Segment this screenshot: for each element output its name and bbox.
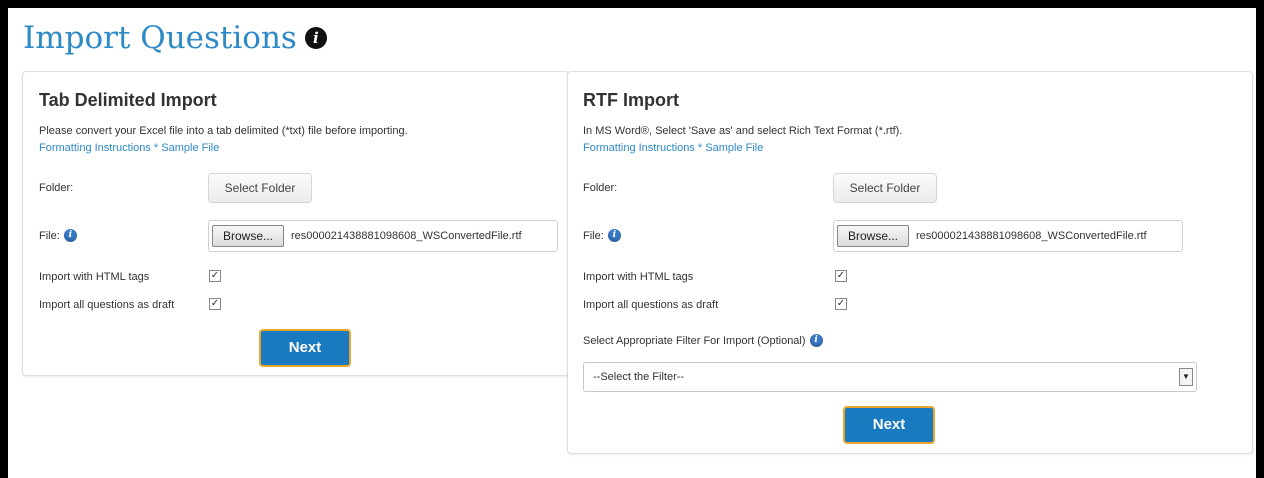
link-separator: * [694,142,706,154]
tab-select-folder-button[interactable]: Select Folder [208,173,312,203]
tab-import-description: Please convert your Excel file into a ta… [39,125,408,137]
info-icon[interactable]: i [304,27,327,49]
tab-delimited-import-panel: Tab Delimited Import Please convert your… [22,71,569,376]
rtf-filter-label: Select Appropriate Filter For Import (Op… [583,334,806,347]
page-title: Import Questions i [23,20,327,56]
tab-import-heading: Tab Delimited Import [39,90,217,110]
file-info-icon[interactable]: i [63,229,77,242]
tab-formatting-instructions-link[interactable]: Formatting Instructions [39,142,151,154]
rtf-next-button[interactable]: Next [843,406,935,444]
rtf-browse-button[interactable]: Browse... [837,225,910,247]
tab-file-input[interactable]: Browse... res000021438881098608_WSConver… [208,220,558,252]
tab-next-button[interactable]: Next [259,329,351,367]
tab-browse-button[interactable]: Browse... [212,225,285,247]
tab-import-links: Formatting Instructions * Sample File [39,142,219,154]
tab-file-label-row: File: i [39,229,77,242]
rtf-formatting-instructions-link[interactable]: Formatting Instructions [583,142,695,154]
rtf-folder-label: Folder: [583,182,618,194]
tab-html-tags-checkbox[interactable]: ✓ [209,270,221,282]
tab-draft-label: Import all questions as draft [39,299,175,311]
tab-file-label: File: [39,229,60,242]
rtf-filter-label-row: Select Appropriate Filter For Import (Op… [583,334,823,347]
page-title-text: Import Questions [23,20,297,56]
rtf-html-tags-label: Import with HTML tags [583,271,694,283]
tab-sample-file-link[interactable]: Sample File [161,142,219,154]
chevron-down-icon[interactable]: ▼ [1179,368,1193,386]
link-separator: * [150,142,162,154]
rtf-import-description: In MS Word®, Select 'Save as' and select… [583,125,903,137]
rtf-import-heading: RTF Import [583,90,679,110]
rtf-sample-file-link[interactable]: Sample File [705,142,763,154]
rtf-file-label: File: [583,229,604,242]
filter-info-icon[interactable]: i [809,334,823,347]
rtf-select-folder-button[interactable]: Select Folder [833,173,937,203]
rtf-import-panel: RTF Import In MS Word®, Select 'Save as'… [567,71,1253,454]
tab-folder-label: Folder: [39,182,74,194]
tab-file-name: res000021438881098608_WSConvertedFile.rt… [291,230,522,242]
filter-select-value: --Select the Filter-- [593,371,685,383]
tab-draft-checkbox[interactable]: ✓ [209,298,221,310]
rtf-file-input[interactable]: Browse... res000021438881098608_WSConver… [833,220,1183,252]
file-info-icon[interactable]: i [607,229,621,242]
rtf-import-links: Formatting Instructions * Sample File [583,142,763,154]
rtf-draft-label: Import all questions as draft [583,299,719,311]
rtf-file-label-row: File: i [583,229,621,242]
filter-select[interactable]: --Select the Filter-- ▼ [583,362,1197,392]
rtf-file-name: res000021438881098608_WSConvertedFile.rt… [916,230,1147,242]
rtf-draft-checkbox[interactable]: ✓ [835,298,847,310]
rtf-html-tags-checkbox[interactable]: ✓ [835,270,847,282]
tab-html-tags-label: Import with HTML tags [39,271,150,283]
page-frame: Import Questions i Tab Delimited Import … [8,8,1256,478]
